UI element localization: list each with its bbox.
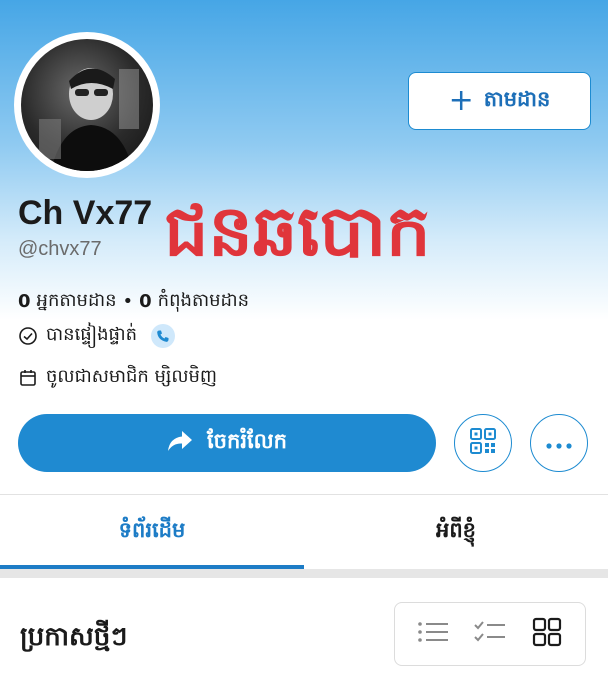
share-button[interactable]: ចែករំលែក <box>18 414 436 472</box>
tabs-top-divider <box>0 494 608 495</box>
section-title: ប្រកាសថ្មីៗ <box>20 622 128 652</box>
checklist-view-button[interactable] <box>472 616 508 652</box>
check-circle-icon <box>18 326 38 346</box>
list-icon <box>417 620 449 648</box>
grid-view-button[interactable] <box>529 616 565 652</box>
more-horizontal-icon <box>546 434 572 453</box>
verified-row: បានផ្ទៀងផ្ទាត់ <box>18 322 176 349</box>
joined-row: ចូលជាសមាជិក ម្សិលមិញ <box>18 364 217 391</box>
stats-separator: • <box>122 291 134 312</box>
avatar-photo <box>21 39 153 171</box>
follow-button[interactable]: + តាមដាន <box>408 72 591 130</box>
calendar-icon <box>18 368 38 388</box>
verified-text: បានផ្ទៀងផ្ទាត់ <box>46 324 138 345</box>
followers-label: អ្នកតាមដាន <box>36 290 117 311</box>
more-options-button[interactable] <box>530 414 588 472</box>
list-view-button[interactable] <box>415 616 451 652</box>
view-toggle <box>394 602 586 666</box>
following-count: 0 <box>139 291 152 312</box>
tab-home[interactable]: ទំព័រដើម <box>0 496 304 568</box>
avatar[interactable] <box>14 32 160 178</box>
phone-icon <box>151 323 176 348</box>
grid-icon <box>532 617 562 651</box>
scam-overlay-text: ជនឆបោក <box>164 190 431 272</box>
qr-code-icon <box>470 428 496 458</box>
section-separator <box>0 569 608 578</box>
profile-handle: @chvx77 <box>18 238 102 260</box>
joined-text: ចូលជាសមាជិក ម្សិលមិញ <box>46 366 218 387</box>
share-button-label: ចែករំលែក <box>207 428 287 453</box>
profile-name: Ch Vx77 <box>18 194 153 232</box>
share-icon <box>167 430 193 457</box>
qr-code-button[interactable] <box>454 414 512 472</box>
follow-stats[interactable]: 0 អ្នកតាមដាន • 0 កំពុងតាមដាន <box>18 288 249 315</box>
plus-icon: + <box>448 83 474 118</box>
following-label: កំពុងតាមដាន <box>157 290 250 311</box>
followers-count: 0 <box>18 291 31 312</box>
checklist-icon <box>474 620 506 648</box>
follow-button-label: តាមដាន <box>483 86 551 111</box>
tab-about[interactable]: អំពីខ្ញុំ <box>304 496 608 568</box>
